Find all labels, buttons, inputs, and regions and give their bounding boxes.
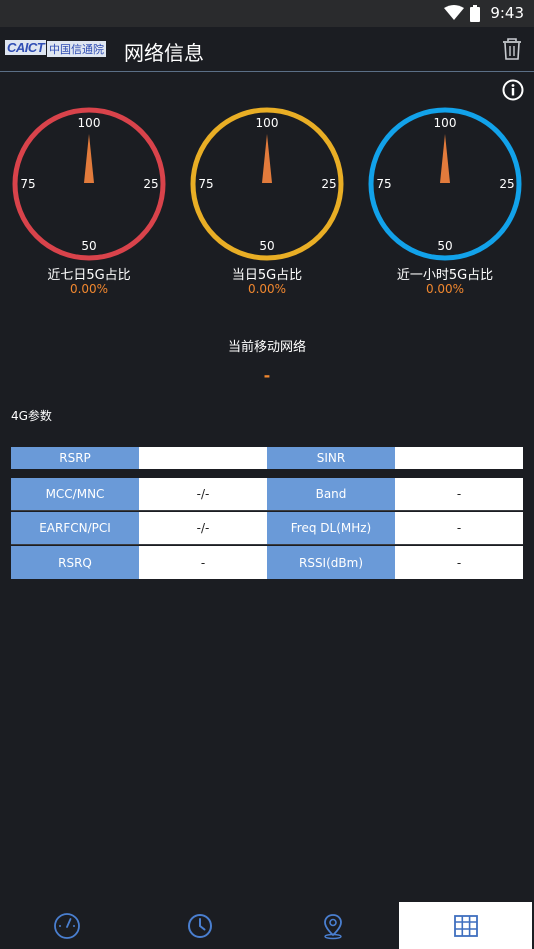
nav-tab-table[interactable] bbox=[399, 902, 532, 949]
table-row: EARFCN/PCI -/- Freq DL(MHz) - bbox=[11, 512, 523, 545]
gauge-tick-top: 100 bbox=[434, 116, 457, 130]
gauge-needle bbox=[262, 134, 272, 183]
gauge-tick-left: 75 bbox=[20, 177, 35, 191]
wifi-icon bbox=[444, 5, 464, 20]
gauge-tick-left: 75 bbox=[198, 177, 213, 191]
nav-tab-location[interactable] bbox=[266, 902, 399, 949]
gauge-label-1hour: 近一小时5G占比 bbox=[396, 268, 494, 283]
table-row-rsrp-sinr: RSRP SINR bbox=[11, 447, 523, 469]
gauge-tick-right: 25 bbox=[143, 177, 158, 191]
cell-value: -/- bbox=[139, 512, 267, 544]
app-bar: CAICT 中国信通院 网络信息 bbox=[0, 27, 534, 72]
cell-key: RSSI(dBm) bbox=[267, 546, 395, 579]
cell-value: - bbox=[395, 478, 523, 510]
gauge-tick-right: 25 bbox=[499, 177, 514, 191]
clock-icon bbox=[187, 913, 212, 938]
cell-key: EARFCN/PCI bbox=[11, 512, 139, 544]
gauge-tick-bottom: 50 bbox=[437, 239, 452, 253]
gauge-tick-left: 75 bbox=[376, 177, 391, 191]
cell-key: Freq DL(MHz) bbox=[267, 512, 395, 544]
cell-value: - bbox=[139, 546, 267, 579]
gauge-tick-bottom: 50 bbox=[81, 239, 96, 253]
cell-key: Band bbox=[267, 478, 395, 510]
current-network-title: 当前移动网络 bbox=[227, 340, 306, 355]
gauge-ring bbox=[368, 107, 522, 261]
gauge-ring bbox=[190, 107, 344, 261]
status-time: 9:43 bbox=[490, 4, 524, 22]
gauge-tick-right: 25 bbox=[321, 177, 336, 191]
gauge-label-7day: 近七日5G占比 bbox=[47, 268, 131, 283]
cell-value bbox=[395, 447, 523, 469]
status-bar: 9:43 bbox=[0, 0, 534, 27]
gauge-needle bbox=[440, 134, 450, 183]
nav-tab-history[interactable] bbox=[133, 902, 266, 949]
gauge-7day: 100 25 50 75 bbox=[11, 106, 167, 262]
trash-icon[interactable] bbox=[502, 38, 522, 60]
gauge-tick-top: 100 bbox=[78, 116, 101, 130]
table-grid-icon bbox=[453, 914, 478, 937]
nav-tab-speed[interactable] bbox=[0, 902, 133, 949]
battery-icon bbox=[470, 5, 480, 22]
cell-key: SINR bbox=[267, 447, 395, 469]
gauge-value-7day: 0.00% bbox=[69, 282, 109, 296]
info-icon[interactable] bbox=[502, 79, 524, 101]
bottom-nav bbox=[0, 902, 534, 949]
cell-value: - bbox=[395, 546, 523, 579]
gauge-1hour: 100 25 50 75 bbox=[367, 106, 523, 262]
cell-value bbox=[139, 447, 267, 469]
table-row: MCC/MNC -/- Band - bbox=[11, 478, 523, 511]
location-pin-icon bbox=[323, 913, 342, 939]
logo-text: CAICT bbox=[5, 40, 47, 55]
speedometer-icon bbox=[53, 912, 80, 939]
cell-key: RSRQ bbox=[11, 546, 139, 579]
logo-org: 中国信通院 bbox=[47, 41, 106, 57]
current-network-value: - bbox=[263, 366, 271, 385]
gauge-ring bbox=[12, 107, 166, 261]
gauge-needle bbox=[84, 134, 94, 183]
section-title-4g: 4G参数 bbox=[11, 409, 52, 423]
gauge-value-today: 0.00% bbox=[247, 282, 287, 296]
cell-value: - bbox=[395, 512, 523, 544]
caict-logo: CAICT 中国信通院 bbox=[5, 39, 111, 59]
gauge-label-today: 当日5G占比 bbox=[231, 268, 303, 283]
gauge-tick-bottom: 50 bbox=[259, 239, 274, 253]
gauge-tick-top: 100 bbox=[256, 116, 279, 130]
gauge-value-1hour: 0.00% bbox=[425, 282, 465, 296]
table-row: RSRQ - RSSI(dBm) - bbox=[11, 546, 523, 579]
cell-key: RSRP bbox=[11, 447, 139, 469]
cell-key: MCC/MNC bbox=[11, 478, 139, 510]
page-title: 网络信息 bbox=[124, 41, 204, 65]
cell-value: -/- bbox=[139, 478, 267, 510]
gauge-today: 100 25 50 75 bbox=[189, 106, 345, 262]
